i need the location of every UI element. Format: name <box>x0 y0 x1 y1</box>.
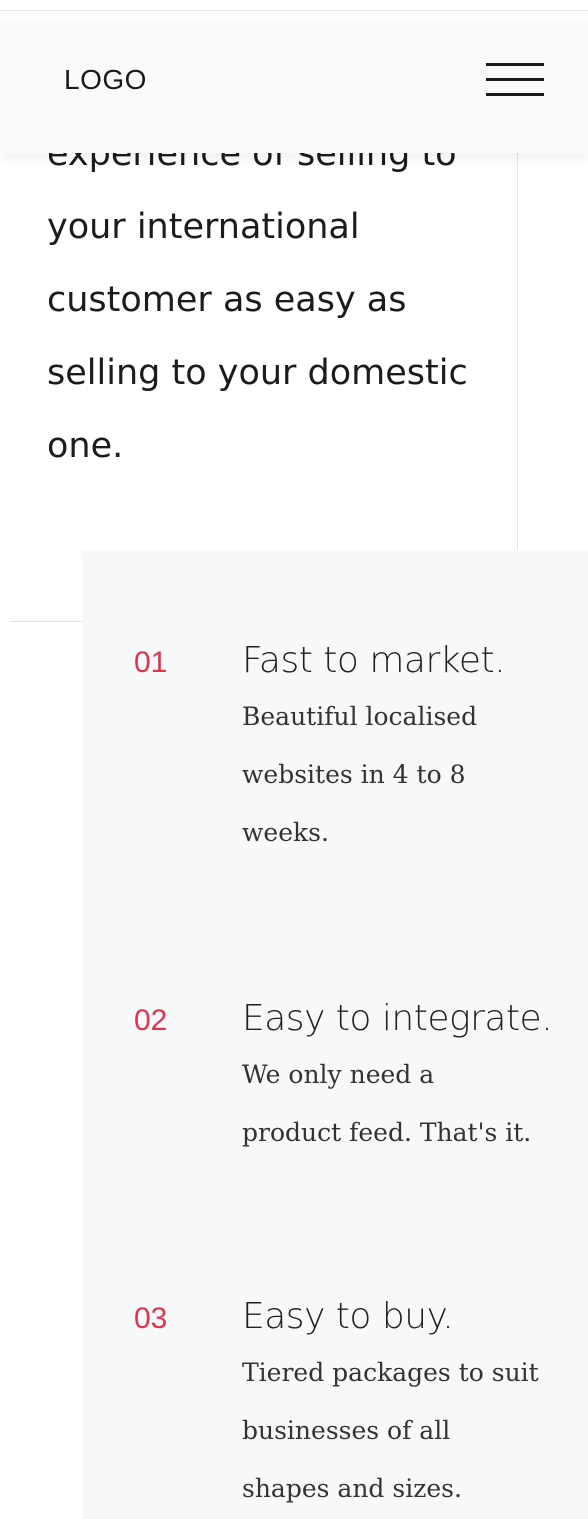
feature-number: 03 <box>134 1302 168 1335</box>
menu-bar <box>486 63 544 66</box>
hero-line: selling to your domestic <box>47 353 468 393</box>
feature-description-line: product feed. That's it. <box>242 1118 532 1147</box>
feature-description-line: Tiered packages to suit <box>242 1358 539 1387</box>
horizontal-divider <box>10 621 85 622</box>
feature-number: 02 <box>134 1004 168 1037</box>
feature-description-line: Beautiful localised <box>242 702 478 731</box>
menu-bar <box>486 78 544 81</box>
hero-line: customer as easy as <box>47 280 407 320</box>
hero-line: one. <box>47 426 124 466</box>
feature-description-line: shapes and sizes. <box>242 1474 462 1503</box>
feature-description: Tiered packages to suit businesses of al… <box>242 1344 572 1518</box>
feature-description-line: websites in 4 to 8 <box>242 760 466 789</box>
feature-number: 01 <box>134 646 168 679</box>
menu-bar <box>486 93 544 96</box>
feature-description-line: We only need a <box>242 1060 435 1089</box>
hero-text: experience of selling to your internatio… <box>47 118 487 483</box>
logo[interactable]: LOGO <box>64 64 147 96</box>
features-panel: 01 Fast to market. Beautiful localised w… <box>82 550 588 1519</box>
site-header: LOGO <box>0 20 588 153</box>
feature-description-line: businesses of all <box>242 1416 451 1445</box>
feature-description-line: weeks. <box>242 818 329 847</box>
hero-line: your international <box>47 207 360 247</box>
feature-title: Easy to integrate. <box>242 998 553 1039</box>
vertical-divider <box>517 150 518 550</box>
feature-title: Fast to market. <box>242 640 506 681</box>
feature-description: Beautiful localised websites in 4 to 8 w… <box>242 688 572 862</box>
feature-description: We only need a product feed. That's it. <box>242 1046 572 1162</box>
top-divider <box>0 10 588 11</box>
feature-title: Easy to buy. <box>242 1296 454 1337</box>
hamburger-menu-icon[interactable] <box>486 60 544 100</box>
